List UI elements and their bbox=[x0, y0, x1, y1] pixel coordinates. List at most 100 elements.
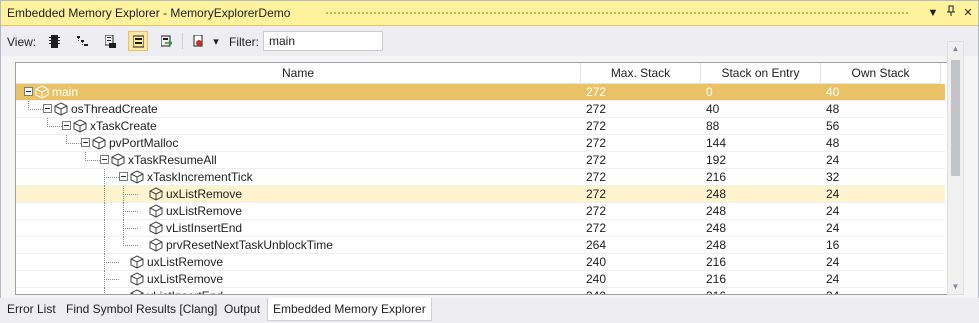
close-button[interactable]: ✕ bbox=[960, 5, 976, 21]
table-row[interactable]: main 272 0 40 bbox=[16, 84, 945, 101]
tree-guide bbox=[66, 135, 67, 144]
collapse-icon[interactable] bbox=[100, 155, 109, 164]
function-name: uxListRemove bbox=[147, 255, 224, 269]
stack-on-entry-cell: 192 bbox=[706, 153, 727, 167]
export-button[interactable] bbox=[156, 31, 176, 51]
call-tree-grid[interactable]: Name Max. Stack Stack on Entry Own Stack… bbox=[15, 62, 964, 295]
function-name: xTaskResumeAll bbox=[128, 153, 217, 167]
tab-find-symbol-results-clang[interactable]: Find Symbol Results [Clang] bbox=[61, 298, 222, 320]
collapse-icon[interactable] bbox=[81, 138, 90, 147]
function-name: uxListRemove bbox=[147, 272, 224, 286]
own-stack-cell: 32 bbox=[826, 170, 840, 184]
table-row[interactable]: uxListRemove 240 216 24 bbox=[16, 254, 945, 271]
max-stack-cell: 272 bbox=[586, 85, 607, 99]
tree-guide bbox=[123, 220, 124, 237]
stack-view-button[interactable] bbox=[128, 31, 148, 51]
collapse-icon[interactable] bbox=[43, 104, 52, 113]
own-stack-cell: 16 bbox=[826, 238, 840, 252]
scroll-up-icon[interactable]: ▲ bbox=[950, 44, 961, 54]
own-stack-cell: 24 bbox=[826, 255, 840, 269]
collapse-icon[interactable] bbox=[119, 172, 128, 181]
tab-embedded-memory-explorer[interactable]: Embedded Memory Explorer bbox=[267, 298, 432, 321]
stack-on-entry-cell: 144 bbox=[706, 136, 727, 150]
tree-connector bbox=[104, 177, 119, 178]
function-name: vListInsertEnd bbox=[166, 221, 243, 235]
own-stack-cell: 24 bbox=[826, 288, 936, 294]
chevron-down-icon: ▾ bbox=[213, 36, 219, 48]
function-icon bbox=[92, 136, 106, 150]
tree-view-button[interactable] bbox=[72, 31, 92, 51]
call-list-button[interactable] bbox=[100, 31, 120, 51]
tree-guide bbox=[47, 118, 48, 127]
table-row[interactable]: vListInsertEnd 240216 24 bbox=[16, 288, 945, 294]
own-stack-cell: 40 bbox=[826, 85, 840, 99]
collapse-icon[interactable] bbox=[62, 121, 71, 130]
tree-connector bbox=[104, 262, 119, 263]
title-bar[interactable]: Embedded Memory Explorer - MemoryExplore… bbox=[1, 1, 978, 26]
function-icon bbox=[130, 255, 144, 269]
max-stack-cell: 272 bbox=[586, 187, 607, 201]
table-row[interactable]: xTaskResumeAll 272 192 24 bbox=[16, 152, 945, 169]
table-row[interactable]: vListInsertEnd 272 248 24 bbox=[16, 220, 945, 237]
drag-grip[interactable] bbox=[325, 11, 908, 16]
dropdown-icon: ▼ bbox=[927, 7, 939, 19]
name-cell: xTaskCreate bbox=[16, 118, 581, 135]
function-icon bbox=[73, 119, 87, 133]
table-row[interactable]: uxListRemove 272 248 24 bbox=[16, 203, 945, 220]
scroll-thumb[interactable] bbox=[951, 60, 960, 176]
function-name: uxListRemove bbox=[166, 204, 243, 218]
table-row[interactable]: osThreadCreate 272 40 48 bbox=[16, 101, 945, 118]
own-stack-cell: 24 bbox=[826, 153, 840, 167]
function-icon bbox=[54, 102, 68, 116]
table-row[interactable]: pvPortMalloc 272 144 48 bbox=[16, 135, 945, 152]
tree-guide bbox=[123, 186, 124, 203]
tree-connector bbox=[123, 245, 138, 246]
window-menu-button[interactable]: ▼ bbox=[925, 5, 941, 21]
table-row[interactable]: uxListRemove 240 216 24 bbox=[16, 271, 945, 288]
stack-on-entry-cell: 248 bbox=[706, 221, 727, 235]
column-header-max-stack[interactable]: Max. Stack bbox=[581, 63, 701, 84]
tree-guide bbox=[104, 186, 105, 203]
filter-input[interactable] bbox=[263, 31, 383, 51]
tree-guide bbox=[123, 203, 124, 220]
vertical-scrollbar[interactable]: ▲ ▼ bbox=[947, 41, 964, 295]
own-stack-cell: 48 bbox=[826, 136, 840, 150]
export-icon bbox=[161, 35, 172, 47]
settings-button[interactable] bbox=[188, 31, 208, 51]
table-row[interactable]: prvResetNextTaskUnblockTime 264 248 16 bbox=[16, 237, 945, 254]
stack-on-entry-cell: 216 bbox=[706, 170, 727, 184]
tree-guide bbox=[104, 254, 105, 271]
max-stack-cell: 240 bbox=[586, 272, 607, 286]
own-stack-cell: 56 bbox=[826, 119, 840, 133]
name-cell: main bbox=[16, 84, 581, 101]
column-header-stack-on-entry[interactable]: Stack on Entry bbox=[701, 63, 821, 84]
settings-icon bbox=[193, 35, 203, 47]
table-row[interactable]: xTaskCreate 272 88 56 bbox=[16, 118, 945, 135]
scroll-down-icon[interactable]: ▼ bbox=[950, 282, 961, 292]
stack-view-icon bbox=[133, 35, 144, 48]
column-header-name[interactable]: Name bbox=[16, 63, 581, 84]
tool-window: Embedded Memory Explorer - MemoryExplore… bbox=[0, 0, 979, 299]
stack-on-entry-cell: 216 bbox=[706, 272, 727, 286]
function-name: xTaskIncrementTick bbox=[147, 170, 253, 184]
name-cell: uxListRemove bbox=[16, 186, 581, 203]
column-header-own-stack[interactable]: Own Stack bbox=[821, 63, 941, 84]
tab-output[interactable]: Output bbox=[219, 298, 265, 320]
call-list-icon bbox=[105, 35, 116, 48]
table-row[interactable]: uxListRemove 272 248 24 bbox=[16, 186, 945, 203]
stack-on-entry-cell: 40 bbox=[706, 102, 720, 116]
tab-error-list[interactable]: Error List bbox=[2, 298, 61, 320]
tree-connector bbox=[123, 211, 138, 212]
function-icon bbox=[111, 153, 125, 167]
name-cell: xTaskResumeAll bbox=[16, 152, 581, 169]
pin-button[interactable] bbox=[943, 5, 959, 21]
bottom-tab-strip: Error List Find Symbol Results [Clang] Out… bbox=[0, 298, 979, 323]
memory-view-button[interactable] bbox=[44, 31, 64, 51]
max-stack-cell: 240 bbox=[586, 288, 716, 294]
table-row[interactable]: xTaskIncrementTick 272 216 32 bbox=[16, 169, 945, 186]
settings-dropdown[interactable]: ▾ bbox=[208, 34, 224, 50]
function-name: xTaskCreate bbox=[90, 119, 157, 133]
collapse-icon[interactable] bbox=[24, 87, 33, 96]
tree-connector bbox=[66, 143, 81, 144]
grid-header: Name Max. Stack Stack on Entry Own Stack bbox=[16, 63, 945, 84]
